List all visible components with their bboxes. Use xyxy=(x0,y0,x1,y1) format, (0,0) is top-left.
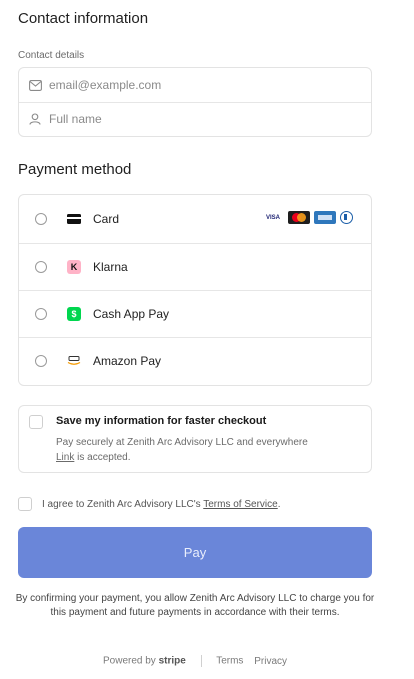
save-info-text: Pay securely at Zenith Arc Advisory LLC … xyxy=(56,437,308,448)
amex-logo xyxy=(314,211,336,224)
mastercard-logo xyxy=(288,211,310,224)
card-brands: VISA xyxy=(262,211,353,224)
full-name-input[interactable]: Full name xyxy=(49,112,102,126)
user-icon xyxy=(29,113,45,125)
save-info-description: Pay securely at Zenith Arc Advisory LLC … xyxy=(56,435,366,465)
payment-option-card[interactable]: Card VISA xyxy=(19,195,371,243)
radio-amazonpay[interactable] xyxy=(35,355,47,367)
footer-divider xyxy=(200,655,202,667)
radio-cashapp[interactable] xyxy=(35,308,47,320)
klarna-icon: K xyxy=(67,260,81,274)
payment-method-heading: Payment method xyxy=(18,161,132,178)
link-link[interactable]: Link xyxy=(56,452,74,463)
card-icon xyxy=(67,214,81,224)
amazon-pay-label: Amazon Pay xyxy=(93,354,162,368)
payment-disclaimer: By confirming your payment, you allow Ze… xyxy=(15,593,375,618)
terms-link[interactable]: Terms xyxy=(216,656,243,667)
email-input[interactable]: email@example.com xyxy=(49,78,161,92)
save-info-text-end: is accepted. xyxy=(74,452,131,463)
card-label: Card xyxy=(93,212,120,226)
cash-app-icon: $ xyxy=(67,307,81,321)
mail-icon xyxy=(29,79,45,91)
stripe-logo[interactable]: stripe xyxy=(159,656,186,667)
pay-button[interactable]: Pay xyxy=(18,527,372,578)
contact-details-label: Contact details xyxy=(18,50,85,61)
terms-suffix: . xyxy=(277,498,281,510)
save-info-checkbox[interactable] xyxy=(29,415,43,429)
contact-fields: email@example.com Full name xyxy=(18,67,372,137)
amazon-pay-icon xyxy=(67,354,81,368)
save-info-box: Save my information for faster checkout … xyxy=(18,405,372,473)
radio-klarna[interactable] xyxy=(35,261,47,273)
full-name-field[interactable]: Full name xyxy=(19,102,371,135)
email-field[interactable]: email@example.com xyxy=(19,68,371,102)
payment-option-amazonpay[interactable]: Amazon Pay xyxy=(19,337,371,384)
radio-card[interactable] xyxy=(35,213,47,225)
diners-logo xyxy=(340,211,353,224)
terms-row: I agree to Zenith Arc Advisory LLC's Ter… xyxy=(18,497,281,511)
payment-option-cashapp[interactable]: $ Cash App Pay xyxy=(19,290,371,337)
klarna-label: Klarna xyxy=(93,260,128,274)
powered-by-text: Powered by xyxy=(102,655,156,667)
terms-text: I agree to Zenith Arc Advisory LLC's Ter… xyxy=(42,499,281,510)
privacy-link[interactable]: Privacy xyxy=(254,656,287,667)
payment-methods-list: Card VISA K Klarna $ Cash App Pay Amazon… xyxy=(18,194,372,386)
terms-of-service-link[interactable]: Terms of Service xyxy=(203,499,277,510)
terms-prefix: I agree to Zenith Arc Advisory LLC's xyxy=(42,498,204,510)
contact-info-heading: Contact information xyxy=(18,10,149,27)
cash-app-label: Cash App Pay xyxy=(93,307,170,321)
visa-logo: VISA xyxy=(265,214,280,221)
save-info-title: Save my information for faster checkout xyxy=(56,415,267,427)
terms-checkbox[interactable] xyxy=(18,497,32,511)
payment-option-klarna[interactable]: K Klarna xyxy=(19,243,371,290)
footer: Powered by stripe Terms Privacy xyxy=(18,655,372,667)
